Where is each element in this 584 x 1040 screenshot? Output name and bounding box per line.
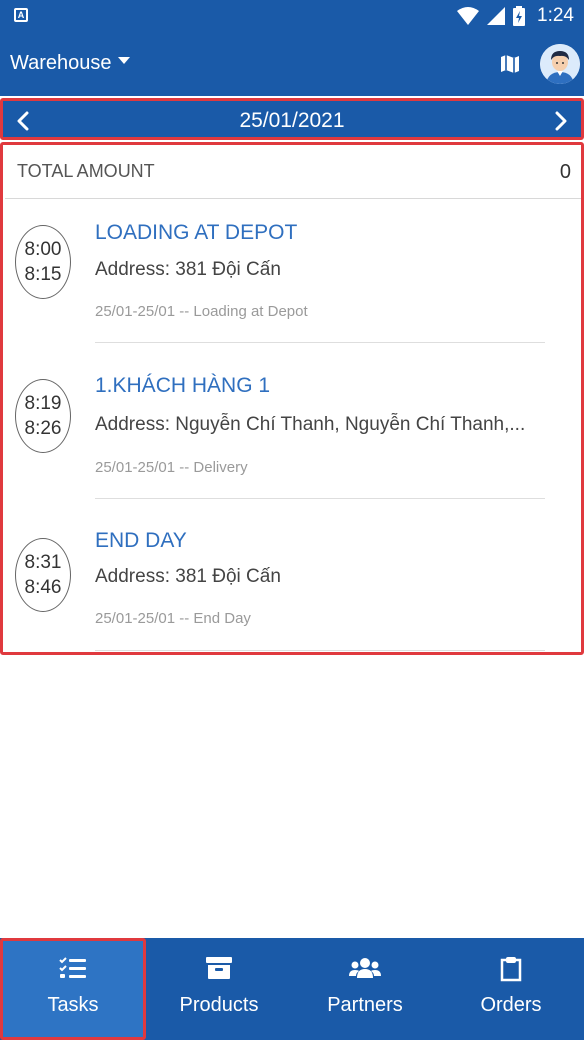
divider [95,342,545,343]
task-address: Address: 381 Đội Cấn [95,566,281,587]
app-title: Warehouse [10,52,112,74]
avatar-icon [540,44,580,84]
tab-products[interactable]: Products [146,938,292,1040]
user-avatar[interactable] [540,44,580,84]
total-amount-label: TOTAL AMOUNT [17,161,155,181]
task-item[interactable]: 8:31 8:46 END DAY Address: 381 Đội Cấn 2… [3,522,581,672]
end-time: 8:26 [24,418,62,439]
tab-tasks[interactable]: Tasks [0,938,146,1040]
total-amount-row: TOTAL AMOUNT 0 [5,145,581,199]
task-list-panel: TOTAL AMOUNT 0 8:00 8:15 LOADING AT DEPO… [0,142,584,655]
map-icon[interactable] [498,52,522,76]
clipboard-icon [500,957,522,982]
warehouse-selector[interactable]: Warehouse [10,52,130,75]
divider [95,498,545,499]
task-title: 1.KHÁCH HÀNG 1 [95,374,271,397]
task-meta: 25/01-25/01 -- Delivery [95,459,248,476]
task-meta: 25/01-25/01 -- End Day [95,610,251,627]
start-time: 8:31 [24,552,62,573]
next-date-button[interactable] [547,107,575,135]
users-icon [349,958,381,978]
tab-orders-label: Orders [480,994,542,1016]
divider [95,650,545,651]
tab-products-label: Products [179,994,259,1016]
tab-partners[interactable]: Partners [292,938,438,1040]
date-navigator: 25/01/2021 [0,98,584,140]
system-icons: 1:24 [457,4,574,28]
tab-orders[interactable]: Orders [438,938,584,1040]
task-address: Address: Nguyễn Chí Thanh, Nguyễn Chí Th… [95,414,526,435]
total-amount-value: 0 [559,161,571,183]
caret-down-icon [117,57,130,64]
wifi-icon [457,7,480,25]
task-address: Address: 381 Đội Cấn [95,259,281,280]
archive-icon [206,957,232,979]
task-meta: 25/01-25/01 -- Loading at Depot [95,303,308,320]
time-range-badge: 8:31 8:46 [15,538,71,612]
tab-tasks-label: Tasks [47,994,99,1016]
tasks-icon [59,957,86,978]
battery-icon [513,6,526,26]
time-range-badge: 8:19 8:26 [15,379,71,453]
app-notification-icon: A [14,8,28,22]
app-bar: Warehouse [0,32,584,96]
task-item[interactable]: 8:19 8:26 1.KHÁCH HÀNG 1 Address: Nguyễn… [3,367,581,517]
start-time: 8:00 [24,239,62,260]
task-title: LOADING AT DEPOT [95,221,298,244]
bottom-navigation: Tasks Products Partners Orders [0,938,584,1040]
status-bar: A 1:24 [0,0,584,32]
chevron-right-icon [555,111,567,131]
clock: 1:24 [537,5,574,26]
task-item[interactable]: 8:00 8:15 LOADING AT DEPOT Address: 381 … [3,211,581,361]
end-time: 8:46 [24,577,62,598]
current-date[interactable]: 25/01/2021 [3,109,581,133]
start-time: 8:19 [24,393,62,414]
signal-icon [487,7,506,25]
tab-partners-label: Partners [327,994,403,1016]
end-time: 8:15 [24,264,62,285]
time-range-badge: 8:00 8:15 [15,225,71,299]
task-title: END DAY [95,529,187,552]
